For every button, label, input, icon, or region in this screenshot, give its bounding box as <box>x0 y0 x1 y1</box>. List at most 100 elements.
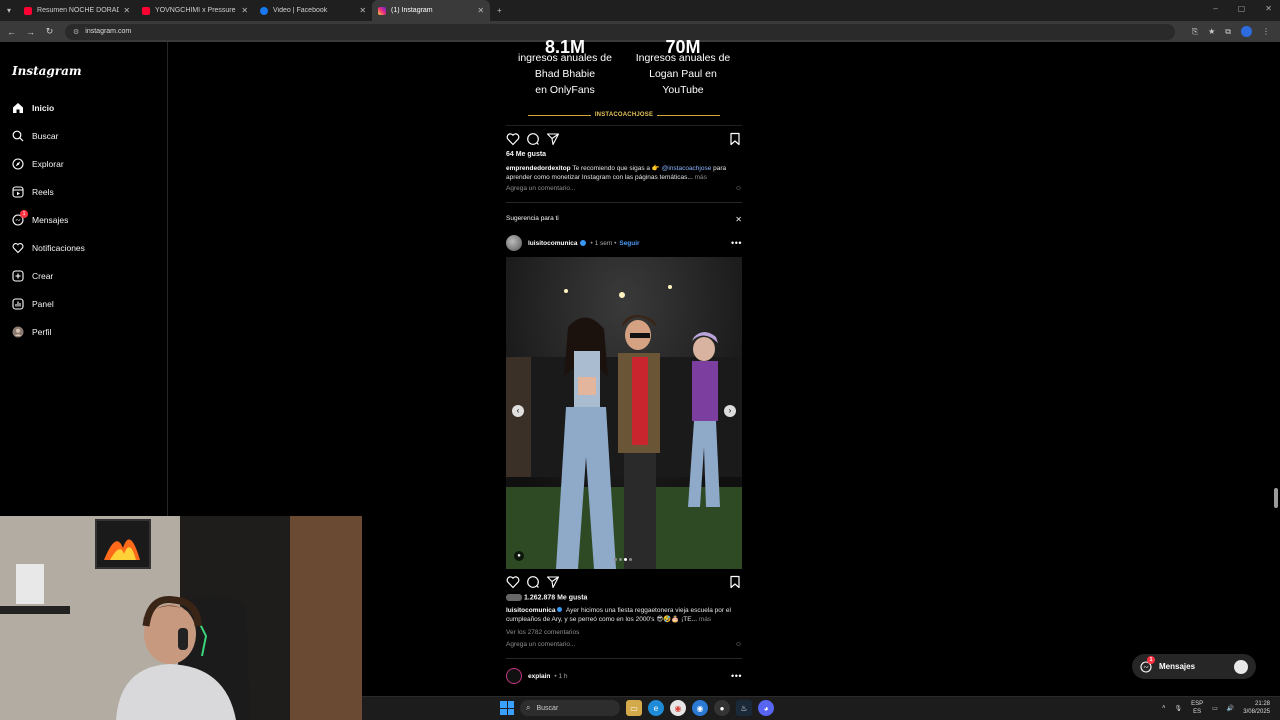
page-scrollbar[interactable] <box>1274 488 1278 508</box>
sidebar-item-reels[interactable]: Reels <box>12 186 54 198</box>
start-button-icon[interactable] <box>500 701 514 715</box>
bookmark-icon[interactable] <box>728 575 742 589</box>
sidebar-item-crear[interactable]: Crear <box>12 270 53 282</box>
post-username[interactable]: luisitocomunica <box>528 240 577 247</box>
sidebar-item-mensajes[interactable]: 1 Mensajes <box>12 210 69 226</box>
user-avatar[interactable] <box>506 668 522 684</box>
add-comment-field[interactable]: Agrega un comentario... ☺ <box>506 185 742 192</box>
file-explorer-icon[interactable]: ▭ <box>626 700 642 716</box>
minimize-icon[interactable]: – <box>1213 4 1217 13</box>
post-image[interactable]: 8.1M ingresos anuales de Bhad Bhabie en … <box>506 38 742 126</box>
more-link[interactable]: más <box>695 174 707 181</box>
post-actions <box>506 575 742 589</box>
sidebar-item-label: Inicio <box>32 103 55 113</box>
sidebar-item-explorar[interactable]: Explorar <box>12 158 64 170</box>
more-options-icon[interactable]: ••• <box>731 671 742 681</box>
post-username[interactable]: explain <box>528 673 550 680</box>
stat-right-value: 70M <box>665 37 701 57</box>
language-indicator[interactable]: ESP ES <box>1191 700 1203 716</box>
like-heart-icon[interactable] <box>506 575 520 589</box>
sidebar-item-buscar[interactable]: Buscar <box>12 130 58 142</box>
install-app-icon[interactable]: ⎘ <box>1192 27 1198 37</box>
forward-icon[interactable]: → <box>21 27 40 37</box>
view-comments-link[interactable]: Ver los 2782 comentarios <box>506 629 742 636</box>
sidebar-item-notificaciones[interactable]: Notificaciones <box>12 242 85 254</box>
tagged-user-icon[interactable]: ● <box>514 551 524 561</box>
close-window-icon[interactable]: ✕ <box>1265 4 1272 13</box>
tab-search-icon[interactable]: ▾ <box>0 6 18 15</box>
language-code: ESP <box>1191 701 1204 707</box>
new-tab-icon[interactable]: + <box>490 6 509 15</box>
bookmark-icon[interactable] <box>728 132 742 146</box>
comment-icon[interactable] <box>526 132 540 146</box>
like-heart-icon[interactable] <box>506 132 520 146</box>
edge-icon[interactable]: e <box>648 700 664 716</box>
sidebar-item-panel[interactable]: Panel <box>12 298 54 310</box>
volume-icon[interactable]: 🔊 <box>1227 705 1234 712</box>
facebook-favicon-icon <box>260 6 269 15</box>
likes-text: 1.262.878 Me gusta <box>524 594 588 602</box>
windows-taskbar: ⌕ Buscar ▭ e ◉ ◉ ● ♨ ◕ ˄ 🎙 ESP ES ▭ 🔊 21… <box>362 696 1280 720</box>
next-arrow-icon[interactable]: › <box>724 405 736 417</box>
sidebar-item-perfil[interactable]: Perfil <box>12 326 51 338</box>
close-icon[interactable]: ✕ <box>359 6 366 15</box>
instagram-logo[interactable]: Instagram <box>12 64 82 78</box>
more-options-icon[interactable]: ••• <box>731 238 742 248</box>
prev-arrow-icon[interactable]: ‹ <box>512 405 524 417</box>
likes-count[interactable]: 64 Me gusta <box>506 151 546 158</box>
comment-icon[interactable] <box>526 575 540 589</box>
browser-tab-3[interactable]: Video | Facebook ✕ <box>254 0 372 21</box>
mic-icon[interactable]: 🎙 <box>1175 705 1183 712</box>
emoji-icon[interactable]: ☺ <box>735 185 742 192</box>
close-icon[interactable]: ✕ <box>241 6 248 15</box>
reload-icon[interactable]: ↻ <box>40 26 59 37</box>
window-controls: – ▢ ✕ <box>1213 4 1272 13</box>
user-avatar[interactable] <box>506 235 522 251</box>
chrome-icon[interactable]: ◉ <box>670 700 686 716</box>
discord-icon[interactable]: ◕ <box>758 700 774 716</box>
browser-tab-4[interactable]: (1) Instagram ✕ <box>372 0 491 21</box>
obs-icon[interactable]: ● <box>714 700 730 716</box>
bookmark-star-icon[interactable]: ★ <box>1208 27 1215 36</box>
site-info-icon[interactable]: ⚙ <box>73 28 79 36</box>
messenger-icon: 1 <box>12 210 28 226</box>
browser-tab-2[interactable]: YOVNGCHIMI x Pressure 9X19 ✕ <box>136 0 254 21</box>
liker-avatars-icon <box>506 594 522 601</box>
suggestion-header: Sugerencia para ti ✕ <box>506 215 742 224</box>
tab-title: Resumen NOCHE DORADA <box>37 7 120 14</box>
sidebar-item-label: Mensajes <box>32 215 69 225</box>
follow-button[interactable]: Seguir <box>619 240 639 247</box>
clock[interactable]: 21:28 3/08/2025 <box>1243 700 1270 716</box>
back-icon[interactable]: ← <box>2 27 21 37</box>
likes-count[interactable]: 1.262.878 Me gusta <box>506 594 587 601</box>
close-icon[interactable]: ✕ <box>123 6 130 15</box>
tab-title: (1) Instagram <box>391 7 433 14</box>
messages-button[interactable]: 1 Mensajes <box>1132 654 1256 679</box>
taskbar-search[interactable]: ⌕ Buscar <box>520 700 620 716</box>
emoji-icon[interactable]: ☺ <box>735 641 742 648</box>
steam-icon[interactable]: ♨ <box>736 700 752 716</box>
extensions-icon[interactable]: ⧉ <box>1225 27 1231 37</box>
tray-overflow-icon[interactable]: ˄ <box>1162 705 1166 711</box>
menu-kebab-icon[interactable]: ⋮ <box>1262 27 1270 36</box>
chrome-profile-icon[interactable]: ◉ <box>692 700 708 716</box>
watermark-rule: INSTACOACHJOSE <box>528 110 720 120</box>
more-link[interactable]: más <box>699 616 711 623</box>
post-photo[interactable]: ‹ › ● <box>506 257 742 569</box>
network-icon[interactable]: ▭ <box>1212 705 1218 712</box>
browser-tab-1[interactable]: Resumen NOCHE DORADA ✕ <box>18 0 136 21</box>
post-divider <box>506 202 742 203</box>
caption-username[interactable]: emprendedordexitop <box>506 165 571 172</box>
add-comment-field[interactable]: Agrega un comentario... ☺ <box>506 641 742 648</box>
messenger-icon: 1 <box>1140 655 1155 673</box>
caption-username[interactable]: luisitocomunica <box>506 607 555 614</box>
share-icon[interactable] <box>546 132 560 146</box>
profile-avatar[interactable] <box>1241 26 1252 37</box>
sidebar-item-inicio[interactable]: Inicio <box>12 102 54 114</box>
share-icon[interactable] <box>546 575 560 589</box>
caption-mention[interactable]: @instacoachjose <box>662 165 712 172</box>
close-icon[interactable]: ✕ <box>477 6 484 15</box>
maximize-icon[interactable]: ▢ <box>1238 4 1246 13</box>
dismiss-icon[interactable]: ✕ <box>735 215 742 224</box>
post-header: explain • 1 h ••• <box>506 667 742 685</box>
